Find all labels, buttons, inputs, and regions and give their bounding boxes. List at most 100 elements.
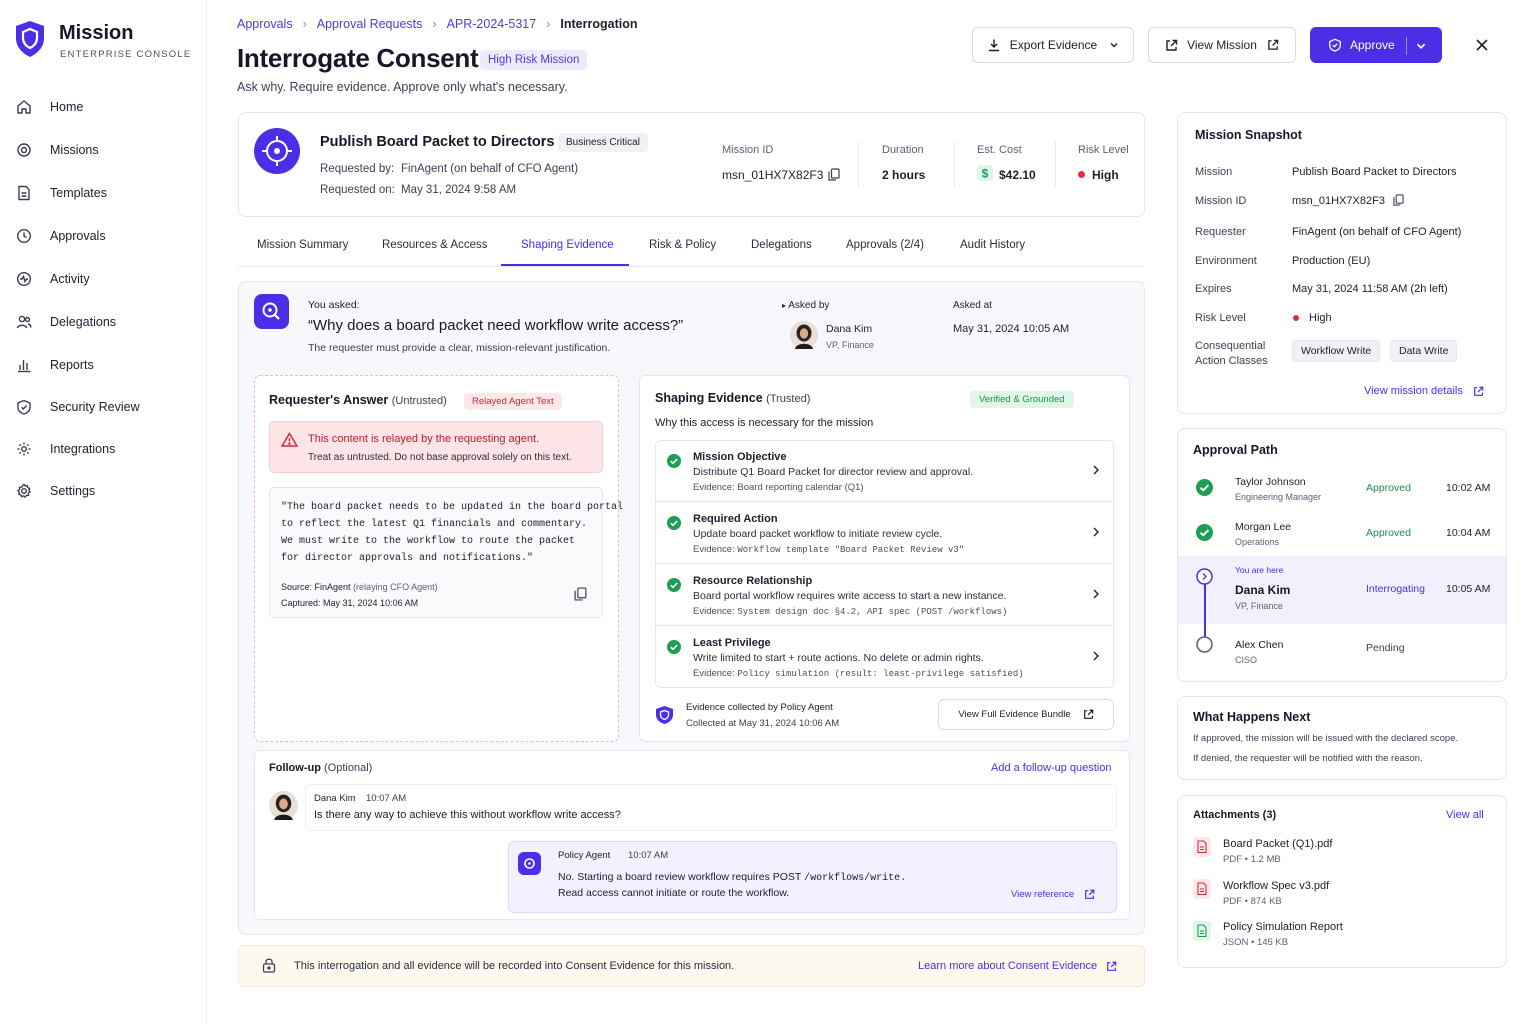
snapshot-value: FinAgent (on behalf of CFO Agent) — [1292, 226, 1462, 238]
copy-icon[interactable] — [1393, 194, 1404, 206]
followup-title-text: Follow-up — [269, 762, 321, 774]
breadcrumb-approvals[interactable]: Approvals — [237, 17, 293, 31]
breadcrumb-request-id[interactable]: APR-2024-5317 — [447, 17, 537, 31]
asked-by-role: VP, Finance — [826, 340, 874, 350]
export-evidence-button[interactable]: Export Evidence — [972, 27, 1134, 63]
target-icon — [14, 140, 34, 160]
nav-templates[interactable]: Templates — [14, 176, 194, 210]
tab-shaping-evidence[interactable]: Shaping Evidence — [521, 239, 614, 251]
approve-options-chevron-icon[interactable] — [1415, 40, 1427, 52]
shield-check-icon — [14, 397, 34, 417]
view-mission-details-link[interactable]: View mission details — [1364, 385, 1484, 397]
approve-button[interactable]: Approve — [1310, 27, 1442, 63]
nav-integrations[interactable]: Integrations — [14, 432, 194, 466]
json-file-icon — [1193, 921, 1211, 941]
nav-home[interactable]: Home — [14, 90, 194, 124]
divider — [858, 142, 859, 187]
path-connector — [1204, 584, 1206, 638]
evidence-item-mission-objective[interactable]: Mission Objective Distribute Q1 Board Pa… — [655, 440, 1114, 502]
learn-more-label: Learn more about Consent Evidence — [918, 960, 1098, 972]
warning-title: This content is relayed by the requestin… — [308, 433, 540, 445]
external-link-icon — [1084, 889, 1095, 900]
approver-name: Dana Kim — [1235, 583, 1291, 597]
nav-label: Missions — [50, 143, 99, 157]
breadcrumb-approval-requests[interactable]: Approval Requests — [317, 17, 423, 31]
snapshot-label: Expires — [1195, 283, 1232, 295]
followup-question-bubble — [305, 784, 1117, 831]
tab-delegations[interactable]: Delegations — [751, 239, 812, 251]
download-icon — [987, 38, 1001, 52]
notice-text: This interrogation and all evidence will… — [294, 960, 735, 972]
view-reference-link[interactable]: View reference — [1011, 889, 1095, 900]
nav-reports[interactable]: Reports — [14, 348, 194, 382]
tab-resources-access[interactable]: Resources & Access — [382, 239, 487, 251]
approver-time: 10:04 AM — [1446, 527, 1491, 539]
quote-line: "The board packet needs to be updated in… — [281, 502, 624, 513]
evidence-value: System design doc §4.2, API spec (POST /… — [737, 607, 1008, 617]
evidence-item-least-privilege[interactable]: Least Privilege Write limited to start +… — [655, 625, 1114, 687]
evidence-item-title: Mission Objective — [693, 451, 787, 463]
snapshot-label: Mission — [1195, 166, 1233, 178]
pdf-file-icon — [1193, 879, 1211, 899]
mission-target-icon — [254, 128, 300, 174]
nav-activity[interactable]: Activity — [14, 262, 194, 296]
evidence-value: Board reporting calendar (Q1) — [737, 482, 864, 493]
nav-missions[interactable]: Missions — [14, 133, 194, 167]
snapshot-value: High — [1309, 312, 1332, 324]
close-icon[interactable] — [1474, 37, 1490, 53]
view-evidence-bundle-button[interactable]: View Full Evidence Bundle — [938, 699, 1114, 730]
evidence-item-source: Evidence: Workflow template "Board Packe… — [693, 544, 964, 555]
view-all-attachments-link[interactable]: View all — [1446, 809, 1484, 821]
nav-settings[interactable]: Settings — [14, 474, 194, 508]
brand-name: Mission — [59, 22, 134, 44]
activity-icon — [14, 269, 34, 289]
snapshot-value: Publish Board Packet to Directors — [1292, 166, 1457, 178]
nav-label: Reports — [50, 358, 94, 372]
nav-approvals[interactable]: Approvals — [14, 219, 194, 253]
chevron-right-icon — [1092, 464, 1100, 476]
duration-value: 2 hours — [882, 168, 926, 182]
followup-q-name: Dana Kim — [314, 793, 356, 804]
view-mission-button[interactable]: View Mission — [1148, 27, 1296, 63]
evidence-item-source: Evidence: Board reporting calendar (Q1) — [693, 482, 864, 493]
gear-icon — [14, 439, 34, 459]
evidence-label: Evidence: — [693, 668, 735, 679]
external-link-icon — [1473, 386, 1484, 397]
attachment-name[interactable]: Workflow Spec v3.pdf — [1223, 880, 1329, 892]
followup-optional: (Optional) — [324, 762, 373, 774]
add-followup-link[interactable]: Add a follow-up question — [991, 762, 1111, 774]
evidence-item-resource-relationship[interactable]: Resource Relationship Board portal workf… — [655, 563, 1114, 625]
approval-path-title: Approval Path — [1193, 443, 1278, 457]
snapshot-value: msn_01HX7X82F3 — [1292, 195, 1385, 207]
copy-icon[interactable] — [574, 587, 587, 601]
evidence-value: Policy simulation (result: least-privile… — [737, 669, 1024, 679]
tab-mission-summary[interactable]: Mission Summary — [257, 239, 348, 251]
approver-role: CISO — [1235, 655, 1258, 665]
tab-approvals[interactable]: Approvals (2/4) — [846, 239, 924, 251]
attachment-name[interactable]: Policy Simulation Report — [1223, 921, 1343, 933]
attachment-meta: PDF • 1.2 MB — [1223, 854, 1281, 865]
nav-security-review[interactable]: Security Review — [14, 390, 194, 424]
reply-code: /workflows/write. — [804, 873, 907, 884]
copy-icon[interactable] — [828, 168, 840, 181]
action-class-chip: Data Write — [1390, 340, 1458, 362]
users-icon — [14, 312, 34, 332]
breadcrumb: Approvals › Approval Requests › APR-2024… — [237, 17, 637, 31]
approver-role: VP, Finance — [1235, 601, 1283, 611]
approver-status: Approved — [1366, 527, 1411, 539]
tab-risk-policy[interactable]: Risk & Policy — [649, 239, 716, 251]
learn-more-link[interactable]: Learn more about Consent Evidence — [918, 960, 1117, 972]
reply-text: No. Starting a board review workflow req… — [558, 871, 802, 883]
brand-subtitle: ENTERPRISE CONSOLE — [60, 49, 192, 60]
attachment-name[interactable]: Board Packet (Q1).pdf — [1223, 838, 1332, 850]
current-step-icon — [1196, 568, 1213, 585]
evidence-item-required-action[interactable]: Required Action Update board packet work… — [655, 501, 1114, 563]
classes-label-line1: Consequential — [1195, 340, 1266, 352]
duration-label: Duration — [882, 144, 924, 156]
answer-quote: "The board packet needs to be updated in… — [281, 499, 623, 567]
divider — [1055, 142, 1056, 187]
reply-text-line2: Read access cannot initiate or route the… — [558, 887, 790, 899]
nav-delegations[interactable]: Delegations — [14, 305, 194, 339]
evidence-label: Evidence: — [693, 482, 735, 493]
tab-audit-history[interactable]: Audit History — [960, 239, 1025, 251]
